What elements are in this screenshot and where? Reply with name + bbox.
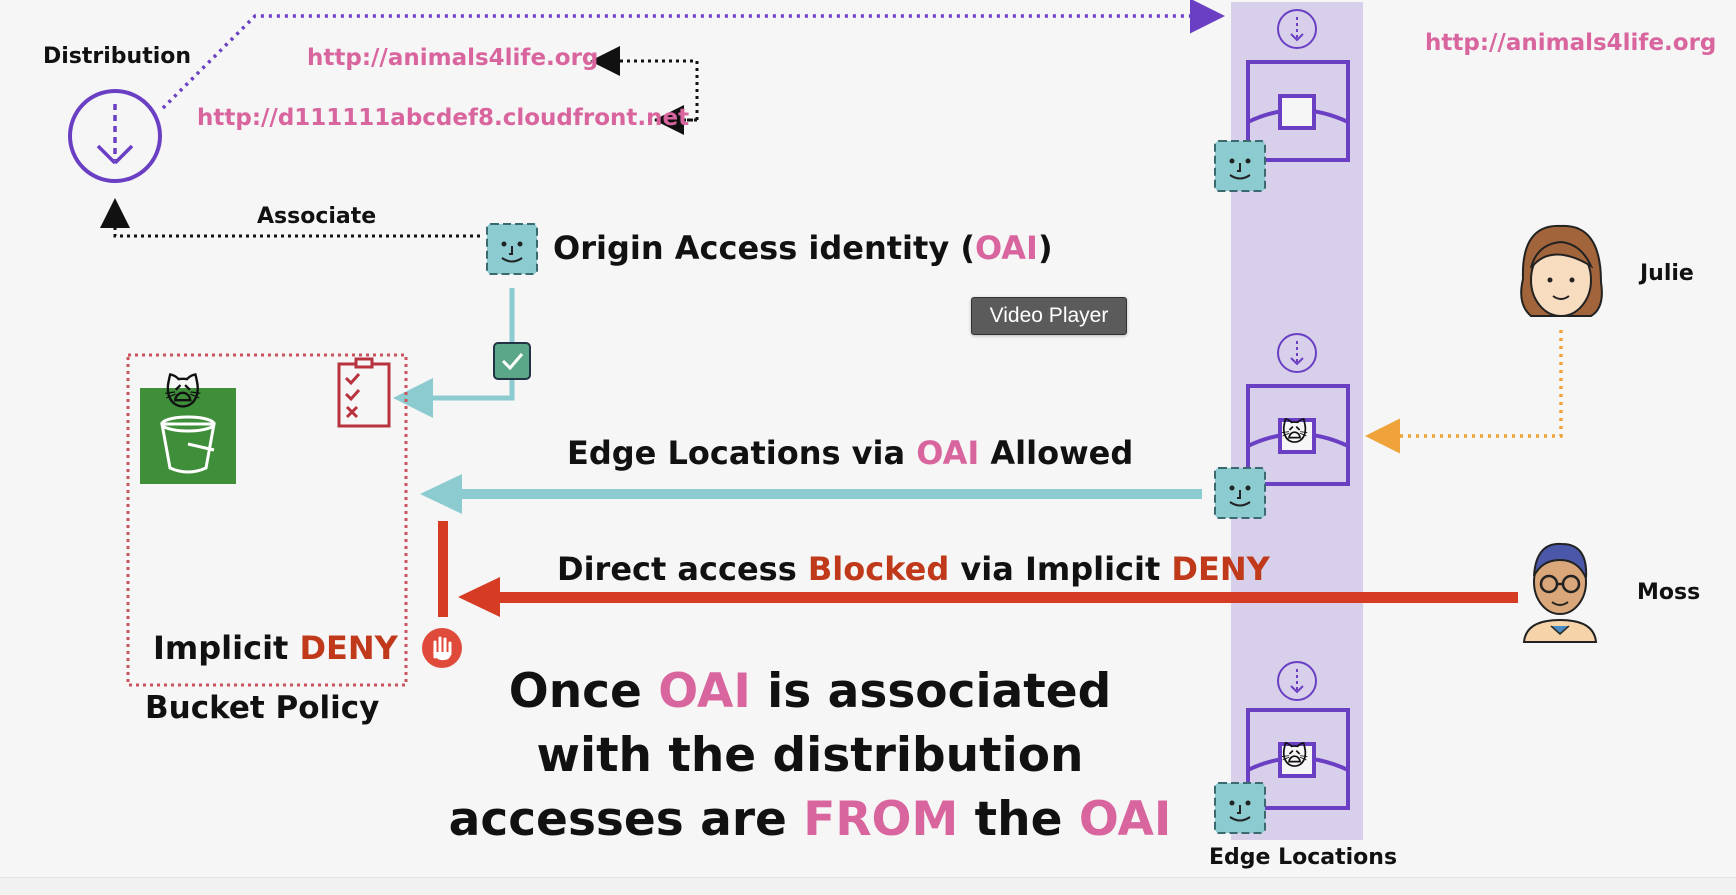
summary-line-2: with the distribution — [536, 728, 1084, 783]
edge-oai-face-icon — [1214, 782, 1266, 834]
summary-text: Once OAI is associated with the distribu… — [440, 660, 1180, 852]
url-origin: http://animals4life.org — [307, 45, 599, 71]
checkmark-icon — [493, 342, 531, 380]
url-right: http://animals4life.org — [1425, 30, 1717, 56]
url-cloudfront: http://d111111abcdef8.cloudfront.net — [197, 105, 690, 131]
moss-avatar — [1522, 542, 1598, 643]
julie-request-line — [1365, 330, 1563, 454]
associate-label: Associate — [257, 204, 377, 229]
summary-line-3: accesses are FROM the OAI — [448, 792, 1172, 847]
bottom-strip — [0, 877, 1736, 895]
deny-barrier — [438, 521, 448, 617]
video-player-tooltip: Video Player — [971, 297, 1127, 335]
oai-face-icon — [486, 223, 538, 275]
edge-oai-face-icon — [1214, 140, 1266, 192]
julie-avatar — [1520, 224, 1603, 317]
julie-label: Julie — [1640, 261, 1694, 286]
implicit-deny-label: Implicit DENY — [153, 629, 398, 667]
distribution-label: Distribution — [43, 44, 192, 69]
edge-allowed-arrow — [420, 474, 1202, 514]
cat-emoji-icon: 🙀 — [1281, 742, 1309, 772]
diagram-canvas: 🙀 🙀 🙀 Distribution http://animals4life.o… — [0, 0, 1736, 895]
edge-allowed-label: Edge Locations via OAI Allowed — [567, 434, 1134, 472]
bucket-policy-label: Bucket Policy — [145, 690, 380, 726]
moss-label: Moss — [1637, 580, 1701, 605]
cat-emoji-icon: 🙀 — [1281, 418, 1309, 448]
cat-emoji-icon: 🙀 — [164, 373, 202, 414]
edge-locations-label: Edge Locations — [1209, 845, 1398, 870]
direct-blocked-label: Direct access Blocked via Implicit DENY — [557, 550, 1270, 588]
summary-line-1: Once OAI is associated — [508, 664, 1112, 719]
edge-oai-face-icon — [1214, 467, 1266, 519]
oai-title: Origin Access identity (OAI) — [553, 229, 1053, 267]
policy-checklist-icon — [337, 357, 391, 428]
distribution-icon — [68, 89, 162, 183]
